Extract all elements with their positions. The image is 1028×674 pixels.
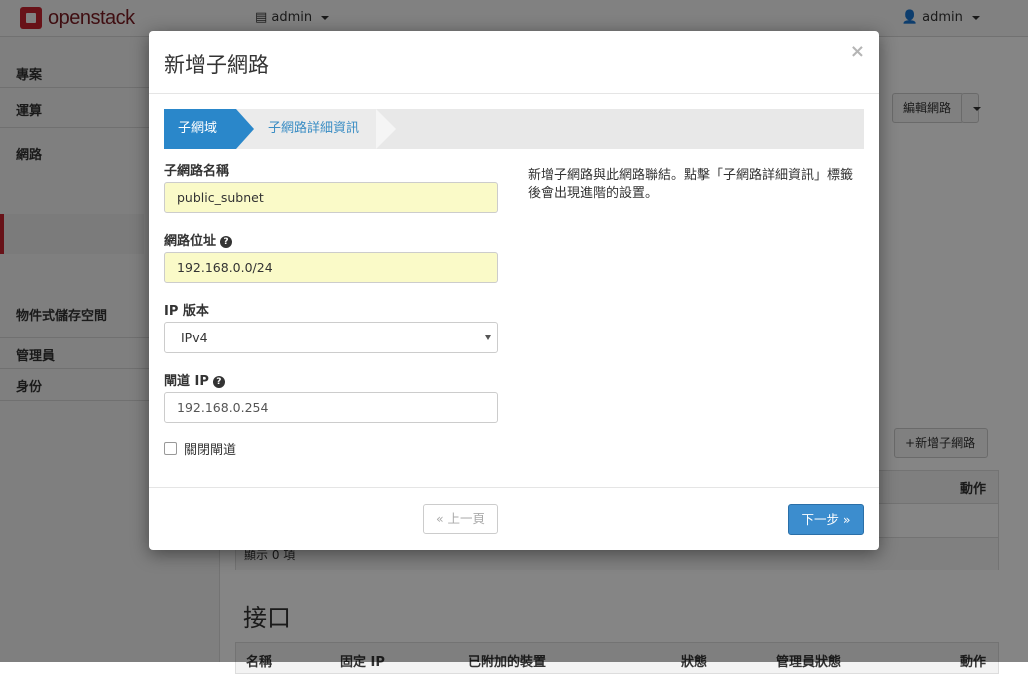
network-address-label-text: 網路位址	[164, 234, 217, 249]
disable-gateway-checkbox[interactable]	[164, 442, 177, 455]
ip-version-selected: IPv4	[181, 330, 208, 345]
network-address-label: 網路位址?	[164, 230, 233, 249]
gateway-ip-label: 閘道 IP?	[164, 370, 225, 389]
modal-footer: « 上一頁 下一步 »	[149, 487, 879, 551]
disable-gateway-label: 關閉閘道	[184, 443, 237, 458]
help-description: 新增子網路與此網路聯結。點擊「子網路詳細資訊」標籤後會出現進階的設置。	[528, 168, 854, 201]
tab-subnet[interactable]: 子網域	[164, 109, 254, 149]
ip-version-select[interactable]: IPv4	[164, 322, 498, 353]
question-circle-icon[interactable]: ?	[212, 376, 225, 388]
wizard-step-separator	[376, 109, 396, 149]
wizard-steps: 子網路詳細資訊 子網域	[164, 109, 864, 149]
close-icon[interactable]: ×	[850, 41, 865, 62]
ip-version-label: IP 版本	[164, 304, 209, 319]
subnet-name-label: 子網路名稱	[164, 164, 230, 179]
network-address-input[interactable]: 192.168.0.0/24	[164, 252, 498, 283]
gateway-ip-label-text: 閘道 IP	[164, 374, 209, 389]
subnet-name-input[interactable]: public_subnet	[164, 182, 498, 213]
question-circle-icon[interactable]: ?	[220, 236, 233, 248]
back-button[interactable]: « 上一頁	[423, 504, 498, 534]
create-subnet-modal: 新增子網路 × 子網路詳細資訊 子網域 子網路名稱 public_subnet …	[149, 31, 879, 550]
next-button[interactable]: 下一步 »	[788, 504, 864, 535]
modal-title: 新增子網路	[164, 53, 269, 77]
tab-subnet-details[interactable]: 子網路詳細資訊	[236, 109, 394, 149]
gateway-ip-input[interactable]: 192.168.0.254	[164, 392, 498, 423]
modal-header: 新增子網路 ×	[149, 31, 879, 94]
dropdown-arrow-icon	[485, 335, 491, 340]
